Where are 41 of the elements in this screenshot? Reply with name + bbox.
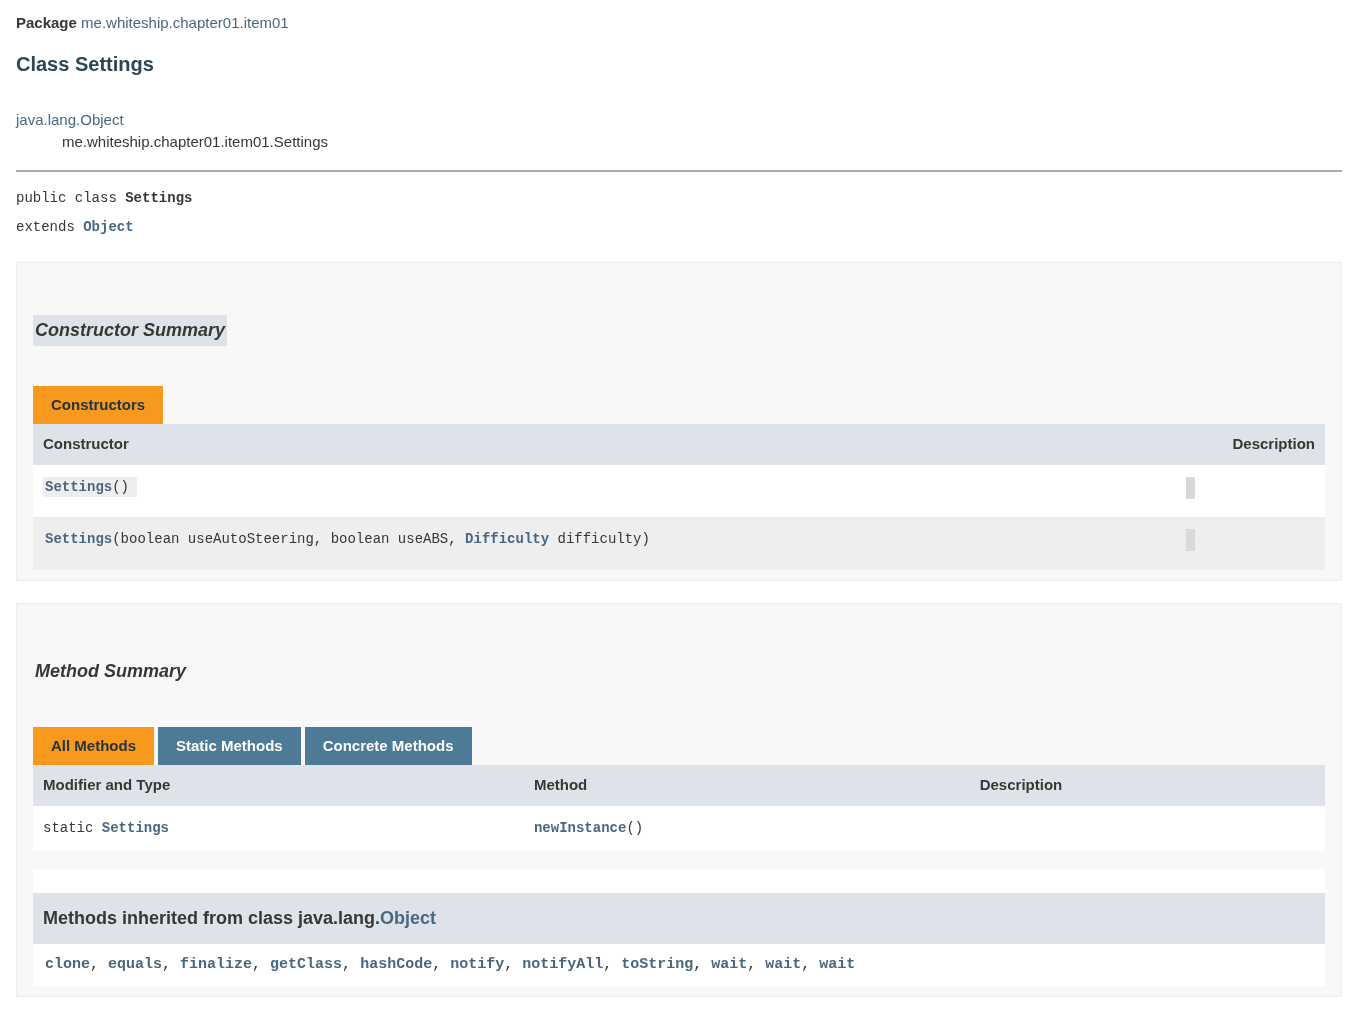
code-link[interactable]: Settings — [45, 478, 113, 495]
method-link[interactable]: equals — [108, 955, 163, 973]
table-tab[interactable]: Concrete Methods — [304, 726, 472, 765]
method-link[interactable]: wait — [765, 955, 802, 973]
column-header: Description — [1231, 434, 1316, 454]
column-header: Modifier and Type — [43, 776, 171, 793]
method-link[interactable]: wait — [819, 955, 856, 973]
code-link[interactable]: Settings — [101, 819, 170, 836]
section-title: Method Summary — [34, 659, 188, 683]
code-link[interactable]: Object — [380, 907, 437, 928]
method-link[interactable]: hashCode — [360, 955, 433, 973]
table-tab[interactable]: Static Methods — [158, 726, 301, 765]
declaration-line: extends Object — [16, 217, 134, 237]
table-tab[interactable]: All Methods — [33, 726, 154, 765]
class-name: me.whiteship.chapter01.item01.Settings — [61, 132, 329, 152]
method-signature: newInstance() — [533, 819, 644, 836]
method-link[interactable]: notify — [450, 955, 505, 973]
inherited-heading: Methods inherited from class java.lang.Object — [33, 892, 1325, 944]
return-type: static Settings — [43, 819, 170, 836]
inherited-methods-list: clone, equals, finalize, getClass, hashCode, notify, notifyAll, toString, wait, wait, wait — [33, 943, 1325, 986]
method-link[interactable]: toString — [621, 955, 694, 973]
method-link[interactable]: notifyAll — [522, 955, 604, 973]
code-link[interactable]: newInstance — [533, 819, 627, 836]
code-link[interactable]: Difficulty — [465, 531, 550, 547]
section-title: Constructor Summary — [33, 314, 228, 346]
code-link[interactable]: Settings — [45, 531, 113, 547]
package-link[interactable]: me.whiteship.chapter01.item01 — [81, 14, 289, 31]
superclass-link[interactable]: java.lang.Object — [16, 108, 124, 131]
constructor-signature: Settings() — [43, 476, 138, 497]
method-link[interactable]: finalize — [180, 955, 253, 973]
column-header: Description — [979, 776, 1063, 793]
column-header: Method — [533, 776, 588, 793]
package-line: Package me.whiteship.chapter01.item01 — [16, 13, 290, 33]
code-link[interactable]: Object — [83, 218, 134, 235]
method-link[interactable]: wait — [711, 955, 748, 973]
column-header: Constructor — [42, 434, 130, 454]
table-tab[interactable]: Constructors — [33, 385, 164, 424]
method-link[interactable]: clone — [45, 955, 90, 973]
method-link[interactable]: getClass — [270, 955, 343, 973]
declaration-line: public class Settings — [16, 188, 193, 208]
class-title: Class Settings — [16, 51, 155, 77]
